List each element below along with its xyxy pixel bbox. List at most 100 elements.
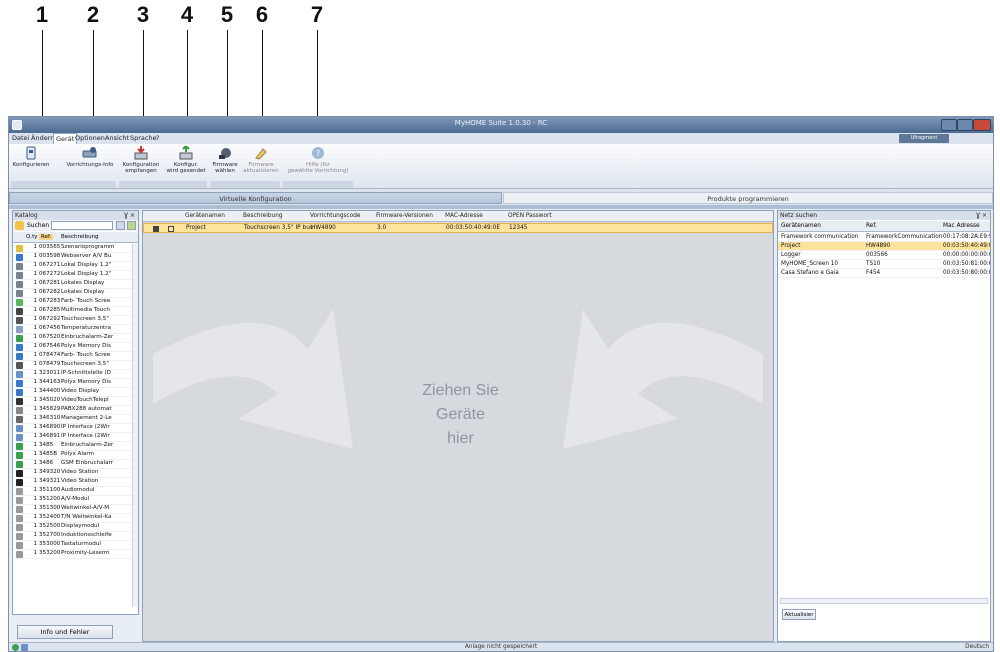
device-icon bbox=[16, 497, 23, 504]
katalog-row[interactable]: 1 003565 Szenarioprogramm bbox=[13, 244, 132, 253]
katalog-row[interactable]: 1 351300 Weitwinkel-A/V-M bbox=[13, 505, 132, 514]
header-qty[interactable]: Q.ty bbox=[26, 234, 38, 240]
katalog-cell-qty: 1 bbox=[33, 397, 37, 403]
katalog-row[interactable]: 1 352400 T/N Weitwinkel-Ka bbox=[13, 514, 132, 523]
katalog-search-input[interactable] bbox=[51, 221, 113, 230]
katalog-cell-ref: 352700 bbox=[39, 532, 61, 538]
col-open-passwort[interactable]: OPEN Passwort bbox=[508, 213, 552, 219]
netz-col-mac[interactable]: Mac Adresse bbox=[943, 223, 980, 229]
header-beschreibung[interactable]: Beschreibung bbox=[61, 234, 99, 240]
katalog-cell-desc: Polyx Alarm bbox=[61, 451, 95, 457]
katalog-row[interactable]: 1 067271 Lokal Display 1,2" bbox=[13, 262, 132, 271]
katalog-row[interactable]: 1 323011 IP-Schnittstelle (D bbox=[13, 370, 132, 379]
menu-geraet[interactable]: Gerät bbox=[53, 133, 78, 144]
katalog-row[interactable]: 1 067546 Polyx Memory Dis bbox=[13, 343, 132, 352]
menu-optionen[interactable]: Optionen bbox=[75, 134, 105, 142]
katalog-row[interactable]: 1 067285 Multimedia Touch bbox=[13, 307, 132, 316]
katalog-row[interactable]: 1 344163 Polyx Memory Dis bbox=[13, 379, 132, 388]
katalog-row[interactable]: 1 067281 Lokales Display bbox=[13, 280, 132, 289]
katalog-row[interactable]: 1 067282 Lokales Display bbox=[13, 289, 132, 298]
menu-sprache[interactable]: Sprache bbox=[130, 134, 157, 142]
katalog-row[interactable]: 1 346890 IP Interface (2Wir bbox=[13, 424, 132, 433]
col-firmware-versionen[interactable]: Firmware-Versionen bbox=[376, 213, 433, 219]
aktualisieren-button[interactable]: Aktualisier bbox=[782, 609, 816, 620]
menu-ansicht[interactable]: Ansicht bbox=[105, 134, 129, 142]
katalog-row[interactable]: 1 345829 PABX288 automat bbox=[13, 406, 132, 415]
favorites-star-icon[interactable] bbox=[15, 221, 24, 230]
netz-title-bar: Netz suchen Ɣ × bbox=[778, 211, 990, 220]
vorrichtungs-info-button[interactable]: Vorrichtungs-Info bbox=[65, 146, 115, 179]
katalog-row[interactable]: 1 353000 Tastaturmodul bbox=[13, 541, 132, 550]
maximize-button[interactable] bbox=[957, 119, 973, 131]
drop-zone[interactable]: Ziehen Sie Geräte hier bbox=[143, 234, 773, 641]
netz-panel-controls[interactable]: Ɣ × bbox=[976, 211, 987, 220]
col-mac-adresse[interactable]: MAC-Adresse bbox=[445, 213, 483, 219]
hilfe-button[interactable]: ? Hilfe (für gewählte Vorrichtung) bbox=[285, 146, 351, 179]
katalog-row[interactable]: 1 351200 A/V-Modul bbox=[13, 496, 132, 505]
search-go-icon[interactable] bbox=[127, 221, 136, 230]
netz-row[interactable]: Framework communication FrameworkCommunic… bbox=[778, 233, 990, 242]
header-ref[interactable]: Ref. bbox=[39, 234, 54, 240]
katalog-row[interactable]: 1 344400 Video Display bbox=[13, 388, 132, 397]
netz-row[interactable]: Logger 003566 00:00:00:00:00:0 bbox=[778, 251, 990, 260]
katalog-row[interactable]: 1 067283 Farb- Touch Scree bbox=[13, 298, 132, 307]
tab-produkte-programmieren[interactable]: Produkte programmieren bbox=[503, 192, 993, 204]
col-vorrichtungscode[interactable]: Vorrichtungscode bbox=[310, 213, 361, 219]
katalog-scrollbar[interactable] bbox=[132, 244, 138, 607]
katalog-row[interactable]: 1 067292 Touchscreen 3,5" bbox=[13, 316, 132, 325]
col-beschreibung[interactable]: Beschreibung bbox=[243, 213, 283, 219]
katalog-row[interactable]: 1 353200 Proximity-Leserm bbox=[13, 550, 132, 559]
tab-virtuelle-konfiguration[interactable]: Virtuelle Konfiguration bbox=[9, 192, 502, 204]
clear-search-icon[interactable] bbox=[116, 221, 125, 230]
katalog-row[interactable]: 1 067520 Einbruchalarm-Zer bbox=[13, 334, 132, 343]
callout-2: 2 bbox=[86, 2, 100, 27]
katalog-row[interactable]: 1 352700 Induktionsschleife bbox=[13, 532, 132, 541]
device-type-icon bbox=[153, 226, 159, 232]
katalog-cell-qty: 1 bbox=[33, 280, 37, 286]
netz-title: Netz suchen bbox=[780, 212, 818, 219]
device-icon bbox=[16, 380, 23, 387]
netz-row[interactable]: Project HW4890 00:03:50:40:49:0 bbox=[778, 242, 990, 251]
konfigurieren-button[interactable]: Konfigurieren bbox=[11, 146, 51, 179]
device-row[interactable]: Project Touchscreen 3,5" IP bus HW4890 3… bbox=[143, 223, 773, 233]
window-title: MyHOME Suite 1.0.30 - RC bbox=[454, 119, 548, 127]
katalog-row[interactable]: 1 346891 IP Interface (2Wir bbox=[13, 433, 132, 442]
col-geraetenamen[interactable]: Gerätenamen bbox=[185, 213, 225, 219]
katalog-row[interactable]: 1 351100 Audiomodul bbox=[13, 487, 132, 496]
netz-row[interactable]: MyHOME_Screen 10 TS10 00:03:50:81:00:C bbox=[778, 260, 990, 269]
minimize-button[interactable] bbox=[941, 119, 957, 131]
katalog-row[interactable]: 1 078474 Farb- Touch Scree bbox=[13, 352, 132, 361]
katalog-row[interactable]: 1 3485B Polyx Alarm bbox=[13, 451, 132, 460]
katalog-cell-ref: 351100 bbox=[39, 487, 61, 493]
katalog-row[interactable]: 1 349321 Video Station bbox=[13, 478, 132, 487]
konfiguration-senden-button[interactable]: Konfigur. wird gesendet bbox=[165, 146, 207, 179]
konfiguration-empfangen-button[interactable]: Konfiguration empfangen bbox=[121, 146, 161, 179]
katalog-row[interactable]: 1 3485 Einbruchalarm-Zer bbox=[13, 442, 132, 451]
katalog-row[interactable]: 1 345020 VideoTouchTelepl bbox=[13, 397, 132, 406]
katalog-row[interactable]: 1 352500 Displaymodul bbox=[13, 523, 132, 532]
netz-col-name[interactable]: Gerätenamen bbox=[781, 223, 821, 229]
katalog-row[interactable]: 1 067272 Lokal Display 1,2" bbox=[13, 271, 132, 280]
menu-help[interactable]: ? bbox=[156, 134, 159, 142]
firmware-waehlen-button[interactable]: Firmware wählen bbox=[210, 146, 240, 179]
katalog-row[interactable]: 1 003598 Webserver A/V Bu bbox=[13, 253, 132, 262]
firmware-select-icon bbox=[219, 148, 231, 159]
katalog-row[interactable]: 1 349320 Video Station bbox=[13, 469, 132, 478]
katalog-row[interactable]: 1 067456 Temperaturzentra bbox=[13, 325, 132, 334]
firmware-aktualisieren-button[interactable]: Firmware aktualisieren bbox=[243, 146, 279, 179]
katalog-panel-controls[interactable]: Ɣ × bbox=[124, 211, 135, 220]
katalog-row[interactable]: 1 346310 Management 2-Le bbox=[13, 415, 132, 424]
katalog-cell-desc: VideoTouchTelepl bbox=[61, 397, 109, 403]
info-und-fehler-button[interactable]: Info und Fehler bbox=[17, 625, 113, 639]
menu-aendern[interactable]: Ändern bbox=[31, 134, 54, 142]
katalog-row[interactable]: 1 3486 GSM Einbruchalarr bbox=[13, 460, 132, 469]
netz-row[interactable]: Casa Stefano e Gaia F454 00:03:50:80:00:0 bbox=[778, 269, 990, 278]
close-button[interactable] bbox=[973, 119, 991, 131]
callout-4: 4 bbox=[180, 2, 194, 27]
menu-datei[interactable]: Datei bbox=[12, 134, 29, 142]
katalog-cell-desc: Audiomodul bbox=[61, 487, 95, 493]
katalog-cell-ref: 351200 bbox=[39, 496, 61, 502]
netz-horizontal-scrollbar[interactable] bbox=[780, 598, 988, 604]
netz-col-ref[interactable]: Ref. bbox=[866, 223, 877, 229]
katalog-row[interactable]: 1 078479 Touchscreen 3,5" bbox=[13, 361, 132, 370]
